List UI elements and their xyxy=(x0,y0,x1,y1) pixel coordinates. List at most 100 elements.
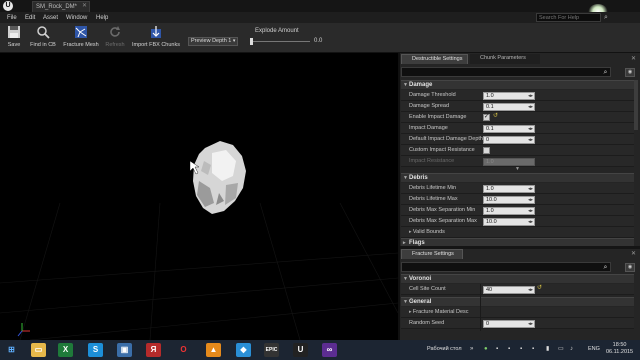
search-icon[interactable]: ⌕ xyxy=(601,263,610,272)
valid-bounds-text: Valid Bounds xyxy=(412,229,445,235)
excel-icon[interactable]: X xyxy=(58,343,73,357)
damage-spread-field[interactable]: 0.1 ◂▸ xyxy=(483,103,535,111)
fracture-material-row[interactable]: ▸ Fracture Material Desc xyxy=(401,307,634,318)
tab-destructible-settings[interactable]: Destructible Settings xyxy=(401,54,468,64)
category-voronoi[interactable]: ▼ Voronoi xyxy=(401,274,634,283)
rock-mesh[interactable] xyxy=(193,141,246,214)
explode-amount-handle[interactable] xyxy=(250,38,253,45)
desktop-toolbar-label[interactable]: Рабочий стол xyxy=(427,346,462,352)
category-debris[interactable]: ▼ Debris xyxy=(401,173,634,182)
lifetime-max-label: Debris Lifetime Max xyxy=(409,196,458,202)
reset-default-icon[interactable]: ↺ xyxy=(493,112,498,119)
enable-impact-row: Enable Impact Damage xyxy=(401,112,634,123)
menu-edit[interactable]: Edit xyxy=(25,13,35,23)
valid-bounds-row[interactable]: ▸ Valid Bounds xyxy=(401,227,634,238)
find-in-cb-button[interactable]: Find in CB xyxy=(28,24,58,52)
menu-help[interactable]: Help xyxy=(96,13,108,23)
opera-icon[interactable]: O xyxy=(176,343,191,357)
start-icon[interactable]: ⊞ xyxy=(4,343,19,357)
menu-asset[interactable]: Asset xyxy=(43,13,58,23)
spin-icon: ◂▸ xyxy=(527,208,533,214)
language-indicator[interactable]: ENG xyxy=(588,346,600,352)
custom-resistance-checkbox[interactable] xyxy=(483,147,490,154)
expand-advanced-icon[interactable]: ▼ xyxy=(515,166,520,172)
preview-depth-dropdown[interactable]: Preview Depth 1 ▾ xyxy=(188,37,238,46)
tray-app-icon[interactable]: ▪ xyxy=(532,346,539,353)
impact-damage-field[interactable]: 0.1 ◂▸ xyxy=(483,125,535,133)
view-options-icon[interactable]: ◉ xyxy=(625,68,635,77)
installer-icon[interactable]: ▲ xyxy=(206,343,221,357)
default-depth-value: 0 xyxy=(486,137,490,143)
random-seed-label: Random Seed xyxy=(409,320,445,326)
column-divider[interactable] xyxy=(480,284,481,331)
close-icon[interactable]: ✕ xyxy=(631,55,636,62)
unreal-logo-icon[interactable]: U xyxy=(3,1,13,11)
spin-icon: ◂▸ xyxy=(527,93,533,99)
photos-icon[interactable]: ◆ xyxy=(236,343,251,357)
viewport[interactable] xyxy=(0,53,398,340)
default-depth-field[interactable]: 0 ◂▸ xyxy=(483,136,535,144)
category-damage[interactable]: ▼ Damage xyxy=(401,80,634,89)
app-icon[interactable]: ▣ xyxy=(117,343,132,357)
valid-bounds-label: ▸ Valid Bounds xyxy=(409,228,445,237)
visual-studio-icon[interactable]: ∞ xyxy=(322,343,337,357)
enable-impact-checkbox[interactable] xyxy=(483,113,490,121)
tab-chunk-parameters[interactable]: Chunk Parameters xyxy=(470,54,540,64)
explorer-icon[interactable]: ▭ xyxy=(31,343,46,357)
tray-app-icon[interactable]: ▪ xyxy=(520,346,527,353)
damage-threshold-field[interactable]: 1.0 ◂▸ xyxy=(483,92,535,100)
lifetime-min-field[interactable]: 1.0 ◂▸ xyxy=(483,185,535,193)
damage-threshold-label: Damage Threshold xyxy=(409,92,456,98)
tray-app-icon[interactable]: ▪ xyxy=(508,346,515,353)
debris-title: Debris xyxy=(409,175,428,181)
search-folder-icon xyxy=(37,26,50,39)
epic-launcher-icon[interactable]: EPIC xyxy=(264,343,279,357)
collapse-triangle-icon: ▼ xyxy=(403,276,408,282)
skype-icon[interactable]: S xyxy=(88,343,103,357)
close-icon[interactable]: ✕ xyxy=(82,2,87,9)
ground-grid xyxy=(0,202,398,340)
view-options-icon[interactable]: ◉ xyxy=(625,263,635,272)
lifetime-max-field[interactable]: 10.0 ◂▸ xyxy=(483,196,535,204)
chevron-down-icon: ▾ xyxy=(232,38,236,44)
category-flags[interactable]: ▸ Flags xyxy=(401,238,634,246)
cell-site-count-field[interactable]: 40 ◂▸ xyxy=(483,286,535,294)
fracture-search-input[interactable] xyxy=(401,262,611,272)
tray-status-icon[interactable]: ● xyxy=(484,346,491,353)
yandex-icon[interactable]: Я xyxy=(146,343,161,357)
enable-impact-label: Enable Impact Damage xyxy=(409,114,467,120)
menu-file[interactable]: File xyxy=(7,13,17,23)
category-general[interactable]: ▼ General xyxy=(401,297,634,306)
clock[interactable]: 18:50 06.11.2015 xyxy=(606,342,633,356)
save-button[interactable]: Save xyxy=(3,24,25,52)
details-scrollbar[interactable] xyxy=(634,80,638,130)
battery-icon[interactable]: ▭ xyxy=(558,346,565,353)
fracture-material-text: Fracture Material Desc xyxy=(412,309,469,315)
viewport-scene xyxy=(0,141,398,340)
menu-window[interactable]: Window xyxy=(66,13,87,23)
tray-app-icon[interactable]: ▪ xyxy=(496,346,503,353)
tab-fracture-settings[interactable]: Fracture Settings xyxy=(401,249,463,259)
fracture-mesh-button[interactable]: Fracture Mesh xyxy=(62,24,100,52)
collapse-triangle-icon: ▼ xyxy=(403,175,408,181)
spin-icon: ◂▸ xyxy=(527,219,533,225)
details-search-input[interactable] xyxy=(401,67,611,77)
tray-expand-icon[interactable]: » xyxy=(470,346,477,353)
network-icon[interactable]: ▮ xyxy=(546,346,553,353)
explode-amount-slider[interactable] xyxy=(250,41,310,42)
reset-default-icon[interactable]: ↺ xyxy=(537,284,542,291)
volume-icon[interactable]: ♪ xyxy=(570,346,577,353)
unreal-editor-icon[interactable]: U xyxy=(293,343,308,357)
import-fbx-chunks-button[interactable]: Import FBX Chunks xyxy=(130,24,182,52)
refresh-button[interactable]: Refresh xyxy=(103,24,127,52)
close-icon[interactable]: ✕ xyxy=(631,250,636,257)
search-icon[interactable]: ⌕ xyxy=(604,13,614,22)
damage-spread-value: 0.1 xyxy=(486,104,494,110)
separation-max-field[interactable]: 10.0 ◂▸ xyxy=(483,218,535,226)
search-help-input[interactable]: Search For Help xyxy=(536,13,601,22)
expand-triangle-icon: ▸ xyxy=(403,240,406,246)
search-icon[interactable]: ⌕ xyxy=(601,68,610,77)
random-seed-field[interactable]: 0 ◂▸ xyxy=(483,320,535,328)
separation-min-field[interactable]: 1.0 ◂▸ xyxy=(483,207,535,215)
spin-icon: ◂▸ xyxy=(527,321,533,327)
